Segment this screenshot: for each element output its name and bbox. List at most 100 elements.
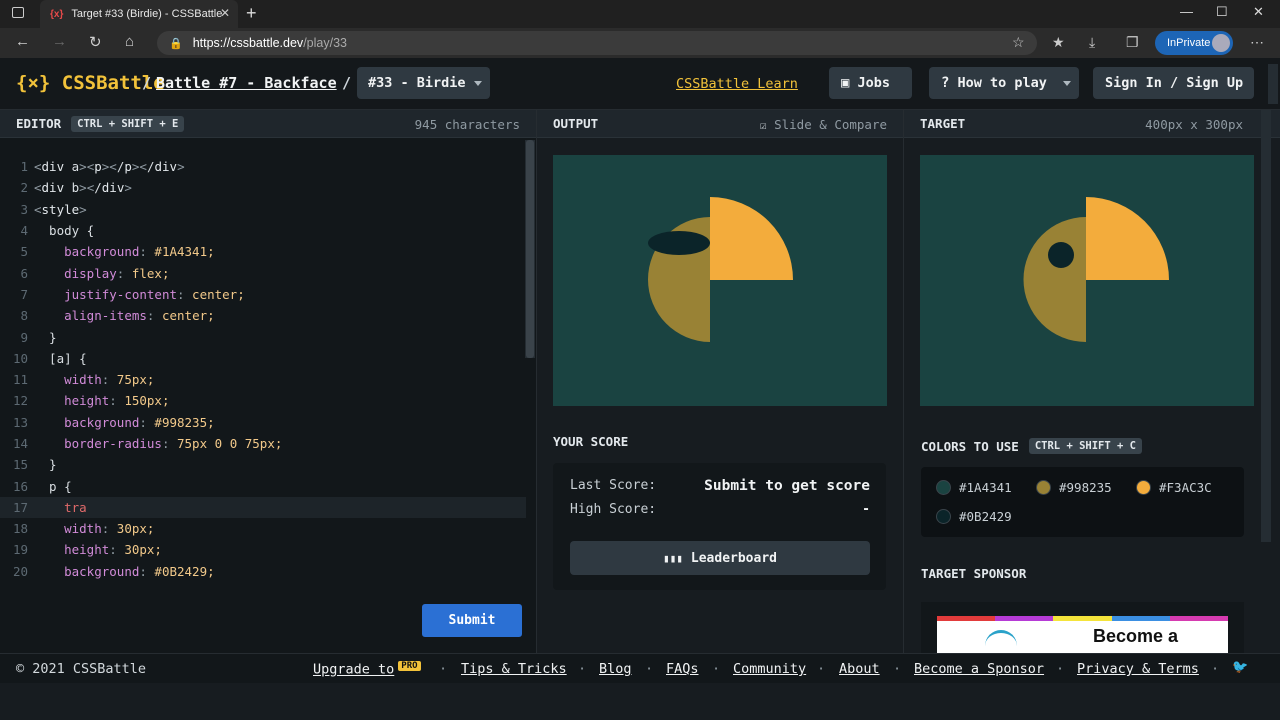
code-line[interactable]: 20 background: #0B2429; xyxy=(0,561,526,582)
submit-button[interactable]: Submit xyxy=(422,604,522,637)
code-line[interactable]: 12 height: 150px; xyxy=(0,390,526,411)
browser-tab[interactable]: {x} Target #33 (Birdie) - CSSBattle ✕ xyxy=(40,0,238,28)
code-line[interactable]: 7 justify-content: center; xyxy=(0,284,526,305)
code-line[interactable]: 17 tra xyxy=(0,496,526,519)
code-text: height: 150px; xyxy=(64,393,170,409)
code-line[interactable]: 6 display: flex; xyxy=(0,262,526,283)
output-canvas[interactable] xyxy=(553,155,887,406)
sponsor-banner[interactable]: Become a xyxy=(921,602,1244,653)
code-text: width: 30px; xyxy=(64,521,155,537)
lock-icon: 🔒 xyxy=(169,37,183,50)
upgrade-link[interactable]: Upgrade to PRO xyxy=(313,661,421,678)
code-line[interactable]: 13 background: #998235; xyxy=(0,412,526,433)
code-line[interactable]: 19 height: 30px; xyxy=(0,539,526,560)
jobs-label: Jobs xyxy=(857,75,890,91)
color-swatch[interactable]: #F3AC3C xyxy=(1136,480,1212,495)
blog-link[interactable]: Blog xyxy=(599,661,632,677)
battle-link[interactable]: Battle #7 - Backface xyxy=(156,74,337,92)
breadcrumb-sep: / xyxy=(142,74,152,92)
forward-icon[interactable]: → xyxy=(52,33,67,50)
twitter-icon[interactable]: 🐦 xyxy=(1232,660,1248,675)
code-line[interactable]: 1 <div a><p></p></div> xyxy=(0,156,526,177)
color-swatch[interactable]: #1A4341 xyxy=(936,480,1012,495)
output-header: OUTPUT ☑ Slide & Compare xyxy=(537,110,903,138)
browser-tab-bar: {x} Target #33 (Birdie) - CSSBattle ✕ + … xyxy=(0,0,1280,28)
color-swatch[interactable]: #0B2429 xyxy=(936,509,1012,524)
code-line[interactable]: 9 } xyxy=(0,326,526,347)
minimize-icon[interactable]: — xyxy=(1180,4,1193,19)
tips-link[interactable]: Tips & Tricks xyxy=(461,661,567,677)
editor-scrollbar[interactable] xyxy=(525,140,535,358)
become-sponsor-link[interactable]: Become a Sponsor xyxy=(914,661,1044,677)
footer-sep: · xyxy=(712,661,721,677)
question-icon: ? xyxy=(941,75,950,91)
code-line[interactable]: 4 body { xyxy=(0,220,526,241)
slide-compare-toggle[interactable]: ☑ Slide & Compare xyxy=(760,117,887,132)
address-bar[interactable]: 🔒 https://cssbattle.dev/play/33 xyxy=(157,31,1037,55)
target-canvas[interactable] xyxy=(920,155,1254,406)
close-window-icon[interactable]: ✕ xyxy=(1253,4,1264,20)
how-to-play-button[interactable]: ? How to play xyxy=(929,67,1079,99)
inprivate-badge[interactable]: InPrivate xyxy=(1155,31,1233,55)
new-tab-icon[interactable]: + xyxy=(246,3,257,24)
window-menu-icon[interactable] xyxy=(12,7,24,18)
code-line[interactable]: 18 width: 30px; xyxy=(0,518,526,539)
cssbattle-learn-link[interactable]: CSSBattle Learn xyxy=(676,76,798,92)
upgrade-label: Upgrade to xyxy=(313,661,395,678)
target-head-shape xyxy=(1023,217,1086,342)
sign-in-button[interactable]: Sign In / Sign Up xyxy=(1093,67,1254,99)
code-text: <div a><p></p></div> xyxy=(34,159,185,175)
your-score-label: YOUR SCORE xyxy=(553,434,629,449)
footer-sep: · xyxy=(645,661,654,677)
code-editor[interactable]: 1 <div a><p></p></div> 2 <div b></div> 3 <sty… xyxy=(0,156,526,582)
downloads-icon[interactable]: ⤓ xyxy=(1089,34,1095,51)
faqs-link[interactable]: FAQs xyxy=(666,661,699,677)
community-link[interactable]: Community xyxy=(733,661,806,677)
code-line[interactable]: 11 width: 75px; xyxy=(0,369,526,390)
code-line[interactable]: 3 <style> xyxy=(0,199,526,220)
colors-shortcut: CTRL + SHIFT + C xyxy=(1028,438,1142,454)
line-number: 7 xyxy=(20,286,28,302)
jobs-button[interactable]: ▣ Jobs xyxy=(829,67,912,99)
about-link[interactable]: About xyxy=(839,661,880,677)
add-favorite-icon[interactable]: ☆ xyxy=(1012,34,1025,51)
level-select[interactable]: #33 - Birdie xyxy=(357,67,490,99)
close-tab-icon[interactable]: ✕ xyxy=(220,6,230,20)
code-line[interactable]: 15 } xyxy=(0,454,526,475)
code-text: height: 30px; xyxy=(64,542,162,558)
target-scrollbar[interactable] xyxy=(1261,110,1271,542)
footer-sep: · xyxy=(439,661,448,677)
tab-favicon-icon: {x} xyxy=(50,8,64,20)
slide-compare-label: Slide & Compare xyxy=(774,117,887,132)
leaderboard-button[interactable]: ▮▮▮ Leaderboard xyxy=(570,541,870,575)
color-swatch[interactable]: #998235 xyxy=(1036,480,1112,495)
footer-sep: · xyxy=(893,661,902,677)
reload-icon[interactable]: ↻ xyxy=(89,33,102,51)
code-line[interactable]: 2 <div b></div> xyxy=(0,177,526,198)
code-line[interactable]: 8 align-items: center; xyxy=(0,305,526,326)
line-number: 12 xyxy=(12,393,28,409)
color-palette: #1A4341 #998235 #F3AC3C #0B2429 xyxy=(921,467,1244,537)
home-icon[interactable]: ⌂ xyxy=(125,33,134,50)
line-number: 5 xyxy=(20,244,28,260)
page-scrollbar[interactable] xyxy=(1268,64,1278,104)
swatch-dot-1 xyxy=(936,480,951,495)
code-line[interactable]: 16 p { xyxy=(0,475,526,496)
maximize-icon[interactable]: ☐ xyxy=(1216,4,1228,20)
code-text: } xyxy=(34,329,57,345)
colors-label: COLORS TO USE xyxy=(921,438,1019,454)
footer-sep: · xyxy=(1056,661,1065,677)
code-line[interactable]: 14 border-radius: 75px 0 0 75px; xyxy=(0,433,526,454)
line-number: 16 xyxy=(12,478,28,494)
last-score-label: Last Score: xyxy=(570,478,657,493)
checkbox-icon: ☑ xyxy=(759,119,767,132)
footer-sep: · xyxy=(578,661,587,677)
code-line[interactable]: 5 background: #1A4341; xyxy=(0,241,526,262)
back-icon[interactable]: ← xyxy=(15,33,30,50)
privacy-link[interactable]: Privacy & Terms xyxy=(1077,661,1199,677)
collections-icon[interactable]: ❐ xyxy=(1126,34,1139,51)
more-menu-icon[interactable]: ⋯ xyxy=(1250,34,1264,51)
line-number: 1 xyxy=(20,159,28,175)
favorites-icon[interactable]: ★ xyxy=(1052,34,1065,51)
code-line[interactable]: 10 [a] { xyxy=(0,348,526,369)
